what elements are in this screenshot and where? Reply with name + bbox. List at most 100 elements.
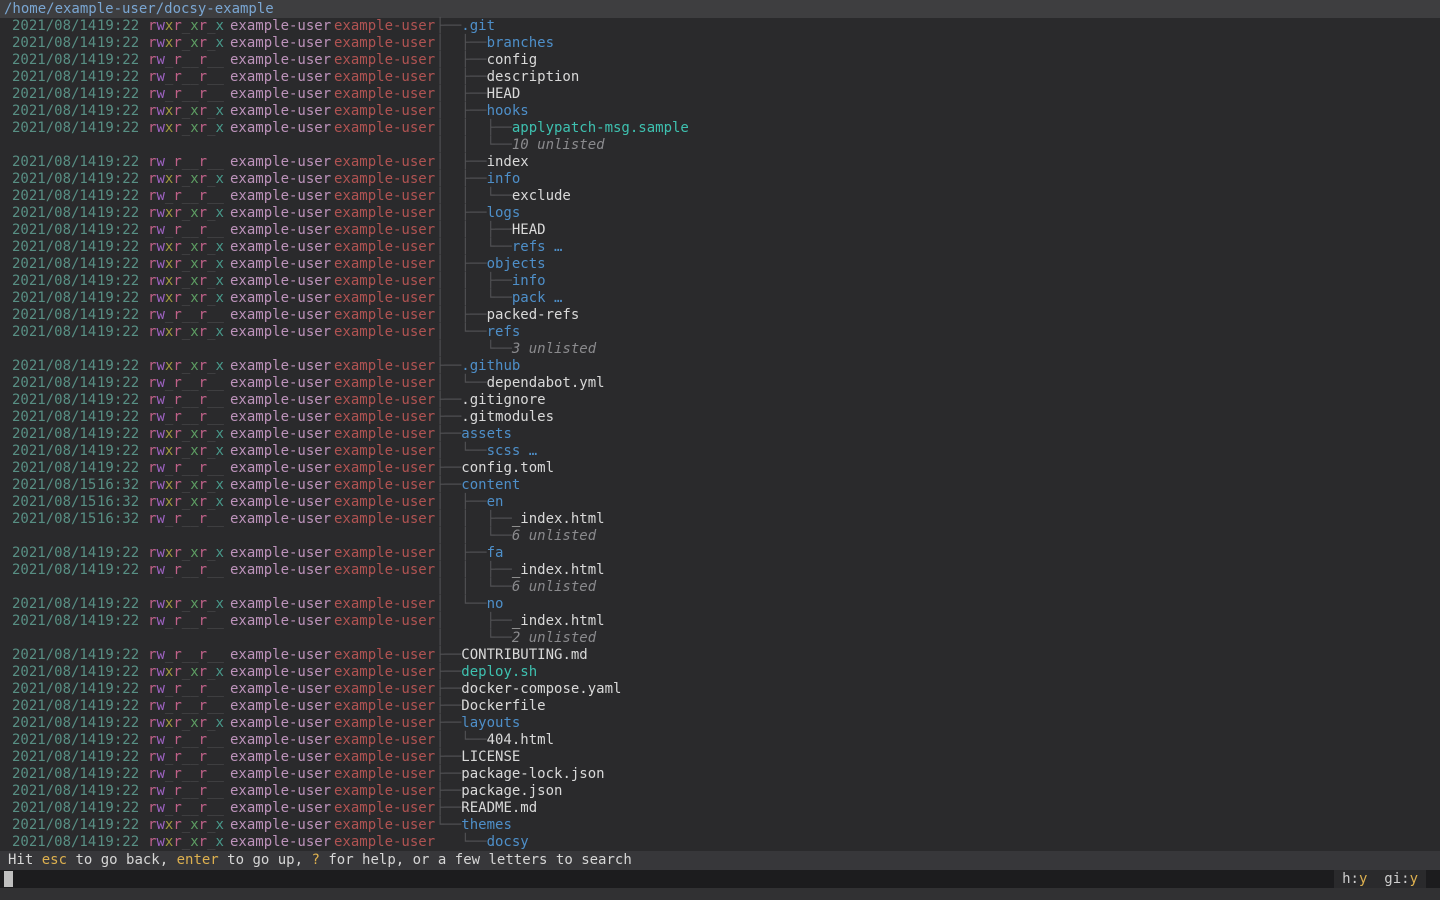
tree-row-unlisted[interactable]: │ │ └──6 unlisted (0, 528, 1440, 545)
tree-branch-lines: ├── (436, 409, 461, 425)
tree-cell: │ │ └──10 unlisted (436, 137, 605, 154)
file-row[interactable]: 2021/08/1419:22rw_r__r__example-userexam… (0, 562, 1440, 579)
file-row[interactable]: 2021/08/1419:22rw_r__r__example-userexam… (0, 800, 1440, 817)
file-row[interactable]: 2021/08/1419:22rw_r__r__example-userexam… (0, 698, 1440, 715)
owner-name: example-user (230, 171, 331, 188)
file-row[interactable]: 2021/08/1516:32rw_r__r__example-userexam… (0, 511, 1440, 528)
tree-branch-lines: ├── (436, 715, 461, 731)
file-row[interactable]: 2021/08/1419:22rwxr_xr_xexample-userexam… (0, 834, 1440, 851)
tree-entry-name: 6 unlisted (512, 528, 596, 544)
modified-date: 2021/08/15 (12, 477, 96, 494)
file-row[interactable]: 2021/08/1419:22rw_r__r__example-userexam… (0, 188, 1440, 205)
tree-branch-lines: │ │ ├── (436, 222, 512, 238)
file-row[interactable]: 2021/08/1419:22rw_r__r__example-userexam… (0, 392, 1440, 409)
modified-date: 2021/08/14 (12, 222, 96, 239)
modified-time: 19:22 (97, 647, 139, 664)
modified-time: 19:22 (97, 171, 139, 188)
file-row[interactable]: 2021/08/1419:22rw_r__r__example-userexam… (0, 52, 1440, 69)
tree-cell: │ ├──branches (436, 35, 554, 52)
file-row[interactable]: 2021/08/1419:22rwxr_xr_xexample-userexam… (0, 103, 1440, 120)
owner-name: example-user (230, 154, 331, 171)
search-input-line[interactable]: h:y gi:y (0, 870, 1440, 888)
group-name: example-user (334, 545, 435, 562)
tree-row-unlisted[interactable]: │ │ └──10 unlisted (0, 137, 1440, 154)
file-row[interactable]: 2021/08/1419:22rw_r__r__example-userexam… (0, 613, 1440, 630)
file-row[interactable]: 2021/08/1419:22rw_r__r__example-userexam… (0, 409, 1440, 426)
file-row[interactable]: 2021/08/1419:22rwxr_xr_xexample-userexam… (0, 817, 1440, 834)
modified-date: 2021/08/14 (12, 324, 96, 341)
file-row[interactable]: 2021/08/1419:22rwxr_xr_xexample-userexam… (0, 205, 1440, 222)
file-row[interactable]: 2021/08/1419:22rwxr_xr_xexample-userexam… (0, 273, 1440, 290)
tree-cell: │ ├──packed-refs (436, 307, 579, 324)
modified-time: 19:22 (97, 103, 139, 120)
modified-time: 19:22 (97, 613, 139, 630)
permissions: rw_r__r__ (148, 69, 224, 86)
file-row[interactable]: 2021/08/1419:22rw_r__r__example-userexam… (0, 732, 1440, 749)
file-row[interactable]: 2021/08/1419:22rwxr_xr_xexample-userexam… (0, 120, 1440, 137)
file-row[interactable]: 2021/08/1419:22rw_r__r__example-userexam… (0, 681, 1440, 698)
file-row[interactable]: 2021/08/1419:22rwxr_xr_xexample-userexam… (0, 426, 1440, 443)
file-row[interactable]: 2021/08/1419:22rw_r__r__example-userexam… (0, 783, 1440, 800)
tree-cell: │ ├──_index.html (436, 613, 605, 630)
key-hint: esc (42, 852, 67, 868)
file-row[interactable]: 2021/08/1419:22rwxr_xr_xexample-userexam… (0, 239, 1440, 256)
file-row[interactable]: 2021/08/1419:22rw_r__r__example-userexam… (0, 154, 1440, 171)
file-row[interactable]: 2021/08/1419:22rwxr_xr_xexample-userexam… (0, 596, 1440, 613)
tree-branch-lines: │ ├── (436, 613, 512, 629)
owner-name: example-user (230, 120, 331, 137)
modified-time: 19:22 (97, 562, 139, 579)
tree-cell: │ │ ├──applypatch-msg.sample (436, 120, 689, 137)
tree-branch-lines: ├── (436, 766, 461, 782)
tree-cell: ├──Dockerfile (436, 698, 546, 715)
file-row[interactable]: 2021/08/1419:22rwxr_xr_xexample-userexam… (0, 358, 1440, 375)
file-row[interactable]: 2021/08/1419:22rwxr_xr_xexample-userexam… (0, 256, 1440, 273)
tree-cell: ├──package-lock.json (436, 766, 605, 783)
file-row[interactable]: 2021/08/1516:32rwxr_xr_xexample-userexam… (0, 494, 1440, 511)
owner-name: example-user (230, 375, 331, 392)
owner-name: example-user (230, 239, 331, 256)
group-name: example-user (334, 103, 435, 120)
file-row[interactable]: 2021/08/1419:22rwxr_xr_xexample-userexam… (0, 545, 1440, 562)
file-row[interactable]: 2021/08/1516:32rwxr_xr_xexample-userexam… (0, 477, 1440, 494)
tree-cell: │ └──refs (436, 324, 520, 341)
file-row[interactable]: 2021/08/1419:22rw_r__r__example-userexam… (0, 766, 1440, 783)
file-row[interactable]: 2021/08/1419:22rwxr_xr_xexample-userexam… (0, 35, 1440, 52)
file-row[interactable]: 2021/08/1419:22rwxr_xr_xexample-userexam… (0, 324, 1440, 341)
owner-name: example-user (230, 698, 331, 715)
tree-row-unlisted[interactable]: │ └──3 unlisted (0, 341, 1440, 358)
file-row[interactable]: 2021/08/1419:22rw_r__r__example-userexam… (0, 460, 1440, 477)
group-name: example-user (334, 749, 435, 766)
tree-cell: ├──.gitignore (436, 392, 546, 409)
tree-entry-name: exclude (512, 188, 571, 204)
tree-branch-lines: │ ├── (436, 103, 487, 119)
owner-name: example-user (230, 273, 331, 290)
tree-cell: │ │ └──exclude (436, 188, 571, 205)
tree-branch-lines: │ ├── (436, 171, 487, 187)
owner-name: example-user (230, 222, 331, 239)
file-row[interactable]: 2021/08/1419:22rw_r__r__example-userexam… (0, 375, 1440, 392)
file-row[interactable]: 2021/08/1419:22rwxr_xr_xexample-userexam… (0, 171, 1440, 188)
modified-date: 2021/08/14 (12, 154, 96, 171)
modified-time: 19:22 (97, 188, 139, 205)
file-row[interactable]: 2021/08/1419:22rwxr_xr_xexample-userexam… (0, 664, 1440, 681)
file-row[interactable]: 2021/08/1419:22rw_r__r__example-userexam… (0, 86, 1440, 103)
file-row[interactable]: 2021/08/1419:22rwxr_xr_xexample-userexam… (0, 443, 1440, 460)
owner-name: example-user (230, 511, 331, 528)
file-row[interactable]: 2021/08/1419:22rw_r__r__example-userexam… (0, 749, 1440, 766)
owner-name: example-user (230, 205, 331, 222)
file-row[interactable]: 2021/08/1419:22rwxr_xr_xexample-userexam… (0, 18, 1440, 35)
file-row[interactable]: 2021/08/1419:22rwxr_xr_xexample-userexam… (0, 715, 1440, 732)
modified-time: 19:22 (97, 35, 139, 52)
tree-row-unlisted[interactable]: │ └──2 unlisted (0, 630, 1440, 647)
file-row[interactable]: 2021/08/1419:22rwxr_xr_xexample-userexam… (0, 290, 1440, 307)
tree-row-unlisted[interactable]: │ │ └──6 unlisted (0, 579, 1440, 596)
permissions: rw_r__r__ (148, 188, 224, 205)
file-row[interactable]: 2021/08/1419:22rw_r__r__example-userexam… (0, 647, 1440, 664)
group-name: example-user (334, 239, 435, 256)
file-row[interactable]: 2021/08/1419:22rw_r__r__example-userexam… (0, 307, 1440, 324)
tree-branch-lines: │ └── (436, 443, 487, 459)
modified-time: 19:22 (97, 324, 139, 341)
permissions: rwxr_xr_x (148, 18, 224, 35)
file-row[interactable]: 2021/08/1419:22rw_r__r__example-userexam… (0, 222, 1440, 239)
file-row[interactable]: 2021/08/1419:22rw_r__r__example-userexam… (0, 69, 1440, 86)
